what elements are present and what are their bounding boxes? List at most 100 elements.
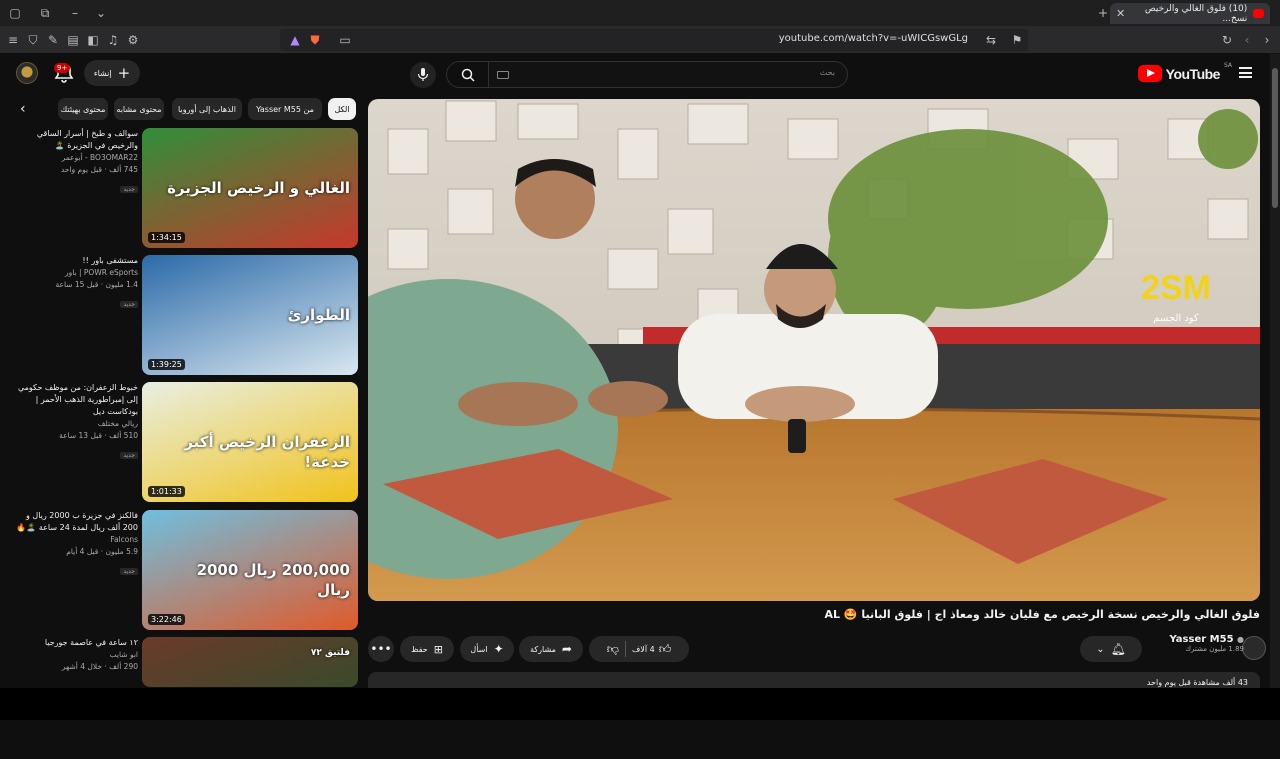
thumbnail-caption: الطوارئ (287, 306, 350, 324)
reload-icon[interactable]: ↻ (1220, 33, 1234, 47)
duration-badge: 1:34:15 (148, 232, 185, 243)
scrollbar-thumb[interactable] (1272, 68, 1278, 208)
chip-5[interactable]: محتوى بهيئتك (58, 98, 108, 120)
sidebar-icon[interactable]: ◧ (86, 33, 100, 47)
site-settings-icon[interactable]: ⇆ (984, 33, 998, 47)
recommendation-thumbnail[interactable]: 200,000 ريال 2000 ريال 3:22:46 (142, 510, 358, 630)
recommendation-meta[interactable]: سوالف و طبخ | أسرار الساقي والرخيص في ال… (12, 128, 138, 195)
keyboard-icon[interactable] (497, 71, 509, 79)
search-input[interactable]: بحث (488, 61, 848, 88)
chip-2[interactable]: من Yasser M55 (248, 98, 322, 120)
recommendation-channel: ريالي مختلف (97, 419, 138, 428)
active-tab[interactable]: (10) فلوق الغالي والرخيص نسخ... ✕ (1110, 3, 1270, 24)
chip-3[interactable]: الذهاب إلى أوروبا (172, 98, 242, 120)
aria-icon[interactable]: ▲ (288, 33, 302, 47)
channel-name[interactable]: Yasser M55 (1169, 634, 1233, 645)
recommendation-thumbnail[interactable]: فلتبق ٧٢ (142, 637, 358, 687)
window-restore-icon[interactable]: ⧉ (38, 6, 52, 20)
recommendation-channel: BO3OMAR22 - أبوعمر (61, 153, 138, 162)
voice-search-button[interactable] (410, 62, 436, 88)
more-actions-button[interactable]: ••• (368, 636, 394, 662)
bookmark-icon[interactable]: ⚑ (1010, 33, 1024, 47)
brave-shield-icon[interactable]: ⛊ (308, 33, 322, 47)
recommendation-title[interactable]: سوالف و طبخ | أسرار الساقي والرخيص في ال… (12, 128, 138, 152)
music-icon[interactable]: ♫ (106, 33, 120, 47)
url-text[interactable]: youtube.com/watch?v=-uWICGswGLg (779, 33, 968, 44)
duration-badge: 1:39:25 (148, 359, 185, 370)
share-button[interactable]: ➦ مشاركة (519, 636, 583, 662)
search-button[interactable] (446, 61, 490, 88)
youtube-play-icon (1137, 65, 1162, 82)
shield-icon[interactable]: ⛉ (26, 33, 40, 47)
recommendation-item[interactable]: الطوارئ 1:39:25 مستشفى باور !! POWR eSports… (12, 255, 358, 377)
share-icon: ➦ (561, 642, 572, 656)
extensions-icon[interactable]: ✎ (46, 33, 60, 47)
recommendation-stats: 745 ألف · قبل يوم واحد (60, 165, 138, 174)
new-tab-icon[interactable]: + (1096, 6, 1110, 20)
search-icon (461, 68, 475, 82)
chips-back-chevron-icon[interactable]: ‹ (20, 101, 26, 117)
forward-icon[interactable]: › (1260, 33, 1274, 47)
bell-icon: 🔔︎ (1110, 642, 1126, 656)
recommendation-thumbnail[interactable]: الغالي و الرخيص الجزيرة 1:34:15 (142, 128, 358, 248)
save-label: حفظ (411, 644, 428, 654)
youtube-favicon-icon (1253, 9, 1264, 18)
duration-badge: 3:22:46 (148, 614, 185, 625)
video-frame: 2SM كود الجسم (368, 99, 1260, 601)
recommendation-thumbnail[interactable]: الطوارئ 1:39:25 (142, 255, 358, 375)
create-button[interactable]: + إنشاء (84, 60, 140, 86)
recommendation-title[interactable]: مستشفى باور !! (12, 255, 138, 267)
browser-tab-strip: ▢ ⧉ – ⌄ + (10) فلوق الغالي والرخيص نسخ..… (0, 0, 1280, 26)
recommendation-item[interactable]: الغالي و الرخيص الجزيرة 1:34:15 سوالف و طب… (12, 128, 358, 250)
ask-label: اسأل (470, 644, 488, 654)
recommendation-item[interactable]: 200,000 ريال 2000 ريال 3:22:46 فالكنز في ج… (12, 510, 358, 632)
youtube-logo[interactable]: YouTube SA (1137, 62, 1232, 82)
chevron-down-icon: ⌄ (1096, 643, 1105, 655)
window-tile-icon[interactable]: ▢ (8, 6, 22, 20)
new-badge: جديد (120, 186, 138, 193)
recommendation-title[interactable]: ١٢ ساعة في عاصمة جورجيا (12, 637, 138, 649)
close-tab-icon[interactable]: ✕ (1116, 7, 1125, 20)
recommendation-meta[interactable]: ١٢ ساعة في عاصمة جورجيا ابو شايب 290 ألف ·… (12, 637, 138, 673)
ask-button[interactable]: ✦ اسأل (460, 636, 514, 662)
thumbnail-caption: فلتبق ٧٢ (310, 648, 350, 658)
back-icon[interactable]: ‹ (1240, 33, 1254, 47)
address-bar[interactable]: ▲ ⛊ ▭ youtube.com/watch?v=-uWICGswGLg ⇆ … (280, 29, 1028, 51)
account-avatar[interactable] (16, 62, 38, 84)
duration-badge: 1:01:33 (148, 486, 185, 497)
divider (624, 641, 626, 657)
tab-title: (10) فلوق الغالي والرخيص نسخ... (1144, 3, 1248, 24)
subscribed-bell-button[interactable]: 🔔︎ ⌄ (1080, 636, 1142, 662)
menu-icon[interactable]: ≡ (6, 33, 20, 47)
watermark-logo: 2SM (1141, 269, 1211, 307)
filter-chips: ‹ محتوى بهيئتك محتوى مشابه الذهاب إلى أو… (18, 98, 358, 122)
thumbs-down-icon[interactable]: 👎︎ (607, 642, 619, 657)
save-icon: ⊞ (433, 642, 443, 656)
channel-info[interactable]: ● Yasser M55 1.89 مليون مشترك (1169, 634, 1244, 653)
chip-4[interactable]: محتوى مشابه (114, 98, 164, 120)
recommendation-thumbnail[interactable]: الزعفران الرخيص أكبر خدعة! 1:01:33 (142, 382, 358, 502)
guide-menu-icon[interactable] (1239, 67, 1252, 78)
recommendation-title[interactable]: فالكنز في جزيرة ب 2000 ريال و 200 ألف ري… (12, 510, 138, 534)
recommendation-title[interactable]: خبوط الزعفران: من موظف حكومي إلى إمبراطو… (12, 382, 138, 418)
subscriber-count: 1.89 مليون مشترك (1185, 645, 1244, 653)
screen-bottom-bar (0, 688, 1280, 720)
recommendation-meta[interactable]: خبوط الزعفران: من موظف حكومي إلى إمبراطو… (12, 382, 138, 461)
recommendation-meta[interactable]: مستشفى باور !! POWR eSports | باور 1.4 ملي… (12, 255, 138, 310)
recommendation-item[interactable]: الزعفران الرخيص أكبر خدعة! 1:01:33 خبوط ال… (12, 382, 358, 504)
notification-count-badge: 9+ (54, 63, 71, 73)
page-scrollbar[interactable] (1270, 54, 1280, 688)
microphone-icon (417, 68, 429, 81)
tabs-icon[interactable]: ▤ (66, 33, 80, 47)
like-button[interactable]: 👍︎ 4 آلاف (632, 642, 671, 657)
save-button[interactable]: ⊞ حفظ (400, 636, 454, 662)
tab-list-chevron-icon[interactable]: ⌄ (94, 6, 108, 20)
chip-all[interactable]: الكل (328, 98, 356, 120)
reader-mode-icon[interactable]: ▭ (338, 33, 352, 47)
window-minimize-icon[interactable]: – (68, 6, 82, 20)
recommendation-meta[interactable]: فالكنز في جزيرة ب 2000 ريال و 200 ألف ري… (12, 510, 138, 577)
sparkle-icon: ✦ (493, 642, 504, 656)
channel-avatar[interactable] (1242, 636, 1266, 660)
video-player[interactable]: 2SM كود الجسم (368, 99, 1260, 601)
puzzle-icon[interactable]: ⚙ (126, 33, 140, 47)
